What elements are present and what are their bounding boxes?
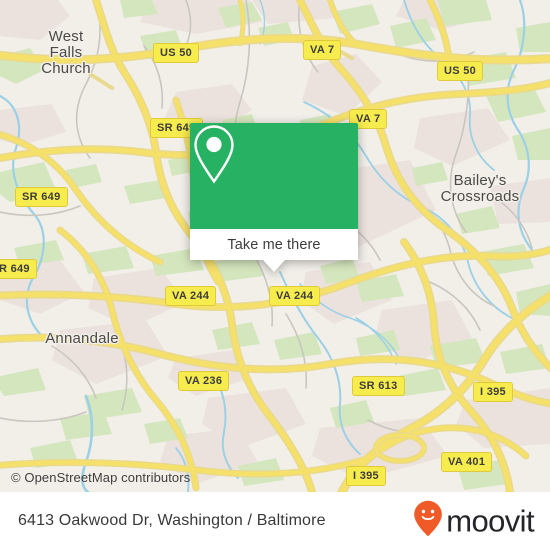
road-shield: I 395 <box>473 382 513 402</box>
road-shield: SR 649 <box>15 187 68 207</box>
location-popup-card[interactable]: Take me there <box>190 123 358 272</box>
popup-header <box>190 123 358 229</box>
popup-action-row[interactable]: Take me there <box>190 229 358 260</box>
road-shield: VA 244 <box>165 286 217 306</box>
moovit-wordmark: moovit <box>446 503 534 539</box>
osm-attribution[interactable]: © OpenStreetMap contributors <box>11 470 190 485</box>
address-label: 6413 Oakwood Dr, Washington / Baltimore <box>18 512 326 529</box>
bottom-info-bar: 6413 Oakwood Dr, Washington / Baltimore … <box>0 492 550 550</box>
moovit-smiley-pin-icon <box>413 500 443 543</box>
moovit-logo[interactable]: moovit <box>413 500 535 543</box>
road-shield: US 50 <box>153 43 200 63</box>
popup-pointer-tail <box>263 260 285 272</box>
road-shield: VA 7 <box>303 40 342 60</box>
road-shield: R 649 <box>0 259 37 279</box>
road-shield: SR 613 <box>352 376 405 396</box>
road-shield: VA 244 <box>269 286 321 306</box>
road-shield: VA 236 <box>178 371 230 391</box>
road-shield: VA 401 <box>441 452 493 472</box>
take-me-there-label: Take me there <box>227 236 321 253</box>
road-shield: US 50 <box>437 61 484 81</box>
map-canvas[interactable]: West Falls Church Bailey's Crossroads An… <box>0 0 550 492</box>
road-shield: I 395 <box>346 466 386 486</box>
map-screenshot: West Falls Church Bailey's Crossroads An… <box>0 0 550 550</box>
